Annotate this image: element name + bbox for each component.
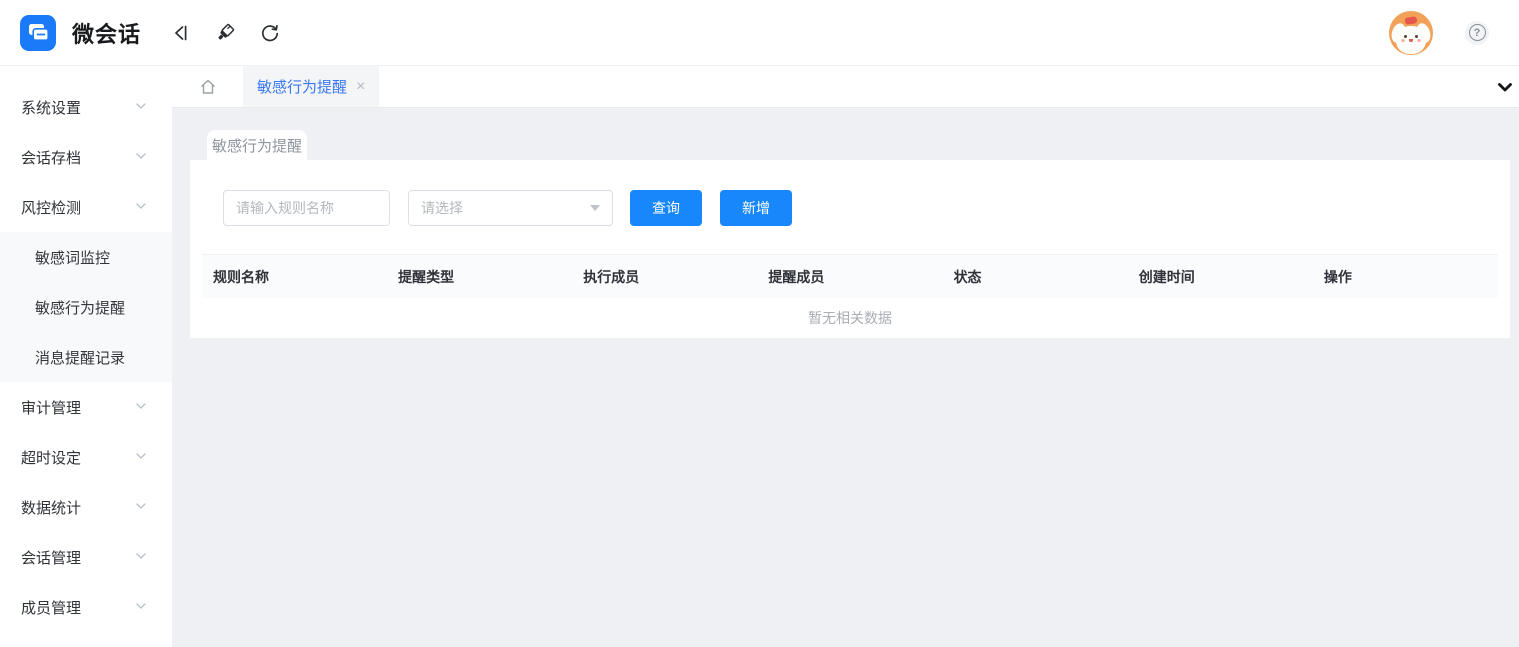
chevron-down-icon <box>135 499 147 516</box>
app-title: 微会话 <box>72 17 141 49</box>
sidebar-item-sensitive-behavior-alert[interactable]: 敏感行为提醒 <box>0 282 172 332</box>
page-tabbar: 敏感行为提醒 × <box>172 66 1519 108</box>
sidebar-item-data-statistics[interactable]: 数据统计 <box>0 482 172 532</box>
chevron-down-icon <box>135 549 147 566</box>
rules-table: 规则名称 提醒类型 执行成员 提醒成员 状态 创建时间 操作 暂无相关数据 <box>202 254 1498 338</box>
sidebar-item-sensitive-word-monitor[interactable]: 敏感词监控 <box>0 232 172 282</box>
home-icon[interactable] <box>198 66 218 107</box>
chevron-down-icon <box>135 599 147 616</box>
collapse-sidebar-icon[interactable] <box>167 20 193 46</box>
select-caret-down-icon <box>590 205 600 211</box>
query-button[interactable]: 查询 <box>630 190 702 226</box>
app-logo-icon <box>20 15 56 51</box>
main-area: 敏感行为提醒 × 敏感行为提醒 请选择 查询 新增 <box>172 66 1519 647</box>
chevron-down-icon <box>135 399 147 416</box>
col-rule-name: 规则名称 <box>202 267 387 287</box>
chevron-down-icon <box>135 199 147 216</box>
sidebar-item-timeout-settings[interactable]: 超时设定 <box>0 432 172 482</box>
chevron-down-icon <box>135 99 147 116</box>
sidebar-item-audit-management[interactable]: 审计管理 <box>0 382 172 432</box>
close-icon[interactable]: × <box>356 79 365 95</box>
sidebar-item-session-archive[interactable]: 会话存档 <box>0 132 172 182</box>
sidebar-item-risk-detection[interactable]: 风控检测 <box>0 182 172 232</box>
content-card: 请选择 查询 新增 规则名称 提醒类型 执行成员 提醒成员 状态 创建时间 操作 <box>190 160 1510 338</box>
table-header-row: 规则名称 提醒类型 执行成员 提醒成员 状态 创建时间 操作 <box>202 255 1498 298</box>
sidebar-item-system-settings[interactable]: 系统设置 <box>0 82 172 132</box>
col-created-time: 创建时间 <box>1128 267 1313 287</box>
col-alert-type: 提醒类型 <box>387 267 572 287</box>
col-executing-members: 执行成员 <box>572 267 757 287</box>
select-placeholder: 请选择 <box>421 198 463 218</box>
theme-skin-icon[interactable] <box>212 20 238 46</box>
type-select[interactable]: 请选择 <box>408 190 613 226</box>
filter-row: 请选择 查询 新增 <box>223 190 1498 226</box>
add-button[interactable]: 新增 <box>720 190 792 226</box>
chevron-down-icon <box>135 449 147 466</box>
sidebar: 系统设置 会话存档 风控检测 敏感词监控 敏感行为提醒 消息提醒记录 审计管理 <box>0 66 172 647</box>
table-empty-state: 暂无相关数据 <box>202 298 1498 338</box>
tabbar-chevron-down-icon[interactable] <box>1497 66 1513 107</box>
refresh-icon[interactable] <box>257 20 283 46</box>
user-avatar[interactable] <box>1389 11 1433 55</box>
sidebar-item-message-alert-records[interactable]: 消息提醒记录 <box>0 332 172 382</box>
page-content: 敏感行为提醒 请选择 查询 新增 规则名称 提醒类型 执行成员 <box>172 108 1519 647</box>
app-header: 微会话 ? <box>0 0 1519 66</box>
panel-tab-sensitive-behavior-alert[interactable]: 敏感行为提醒 <box>207 130 307 160</box>
tab-sensitive-behavior-alert[interactable]: 敏感行为提醒 × <box>243 66 379 107</box>
sidebar-item-member-management[interactable]: 成员管理 <box>0 582 172 632</box>
col-status: 状态 <box>943 267 1128 287</box>
sidebar-item-session-management[interactable]: 会话管理 <box>0 532 172 582</box>
chevron-down-icon <box>135 149 147 166</box>
rule-name-input[interactable] <box>223 190 390 226</box>
col-actions: 操作 <box>1313 267 1498 287</box>
sidebar-submenu-risk-detection: 敏感词监控 敏感行为提醒 消息提醒记录 <box>0 232 172 382</box>
tab-label: 敏感行为提醒 <box>257 76 347 97</box>
help-icon[interactable]: ? <box>1465 21 1489 45</box>
col-alert-members: 提醒成员 <box>757 267 942 287</box>
